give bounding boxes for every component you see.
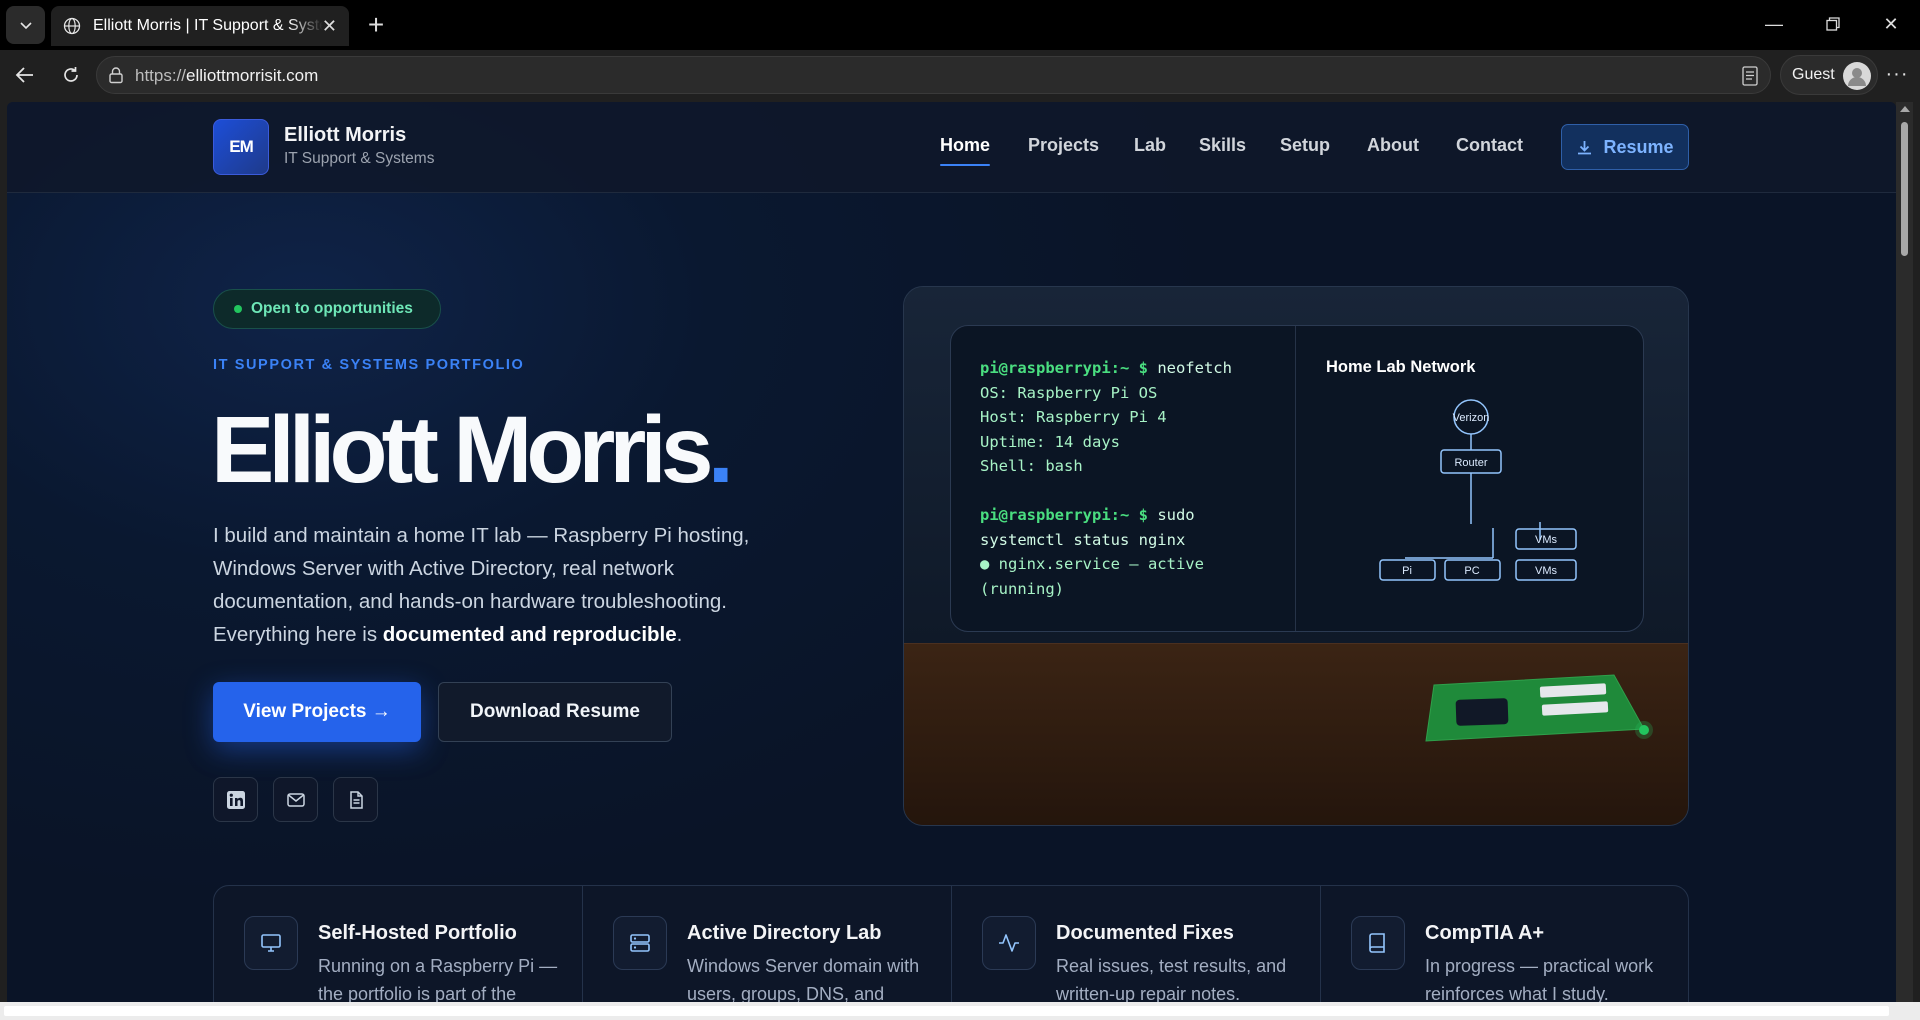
close-tab-icon[interactable]: ✕ xyxy=(322,17,337,35)
page-viewport: EM Elliott Morris IT Support & Systems H… xyxy=(7,102,1896,1002)
feature-strip: Self-Hosted Portfolio Running on a Raspb… xyxy=(213,885,1689,1002)
linkedin-icon xyxy=(226,790,245,809)
back-icon[interactable] xyxy=(12,62,38,88)
svg-text:VMs: VMs xyxy=(1535,534,1558,546)
hero-illustration-card: pi@raspberrypi:~ $ neofetch OS: Raspberr… xyxy=(903,286,1689,826)
lock-icon[interactable] xyxy=(107,66,125,84)
nav-about[interactable]: About xyxy=(1367,135,1419,156)
monitor-icon xyxy=(244,916,298,970)
nav-contact[interactable]: Contact xyxy=(1456,135,1523,156)
more-menu-icon[interactable]: ··· xyxy=(1882,60,1912,90)
nav-home[interactable]: Home xyxy=(940,135,991,166)
horizontal-scrollbar-thumb[interactable] xyxy=(4,1006,1889,1016)
avatar xyxy=(1843,62,1871,90)
mail-icon xyxy=(286,792,305,807)
monitor-screen: pi@raspberrypi:~ $ neofetch OS: Raspberr… xyxy=(950,325,1644,632)
browser-tab-bar: Elliott Morris | IT Support & Systems ✕ … xyxy=(0,0,1920,50)
brand-subtitle: IT Support & Systems xyxy=(284,150,435,167)
feature-description: Real issues, test results, and written-u… xyxy=(1056,956,1287,1002)
svg-text:Router: Router xyxy=(1454,457,1487,469)
restore-icon[interactable] xyxy=(1821,12,1845,36)
linkedin-link[interactable] xyxy=(213,777,258,822)
svg-text:VMs: VMs xyxy=(1535,565,1558,577)
minimize-icon[interactable]: — xyxy=(1762,12,1786,36)
url-text[interactable]: https://elliottmorrisit.com xyxy=(135,66,318,86)
resume-button-label: Resume xyxy=(1603,136,1674,157)
url-bar[interactable]: https://elliottmorrisit.com xyxy=(96,56,1771,94)
horizontal-scrollbar[interactable] xyxy=(0,1002,1920,1020)
svg-text:Pi: Pi xyxy=(1402,565,1412,577)
feature-card[interactable]: CompTIA A+ In progress — practical work … xyxy=(1321,886,1688,1002)
download-icon xyxy=(1578,140,1592,154)
server-icon xyxy=(613,916,667,970)
resume-file-link[interactable] xyxy=(333,777,378,822)
resume-button[interactable]: Resume xyxy=(1561,124,1689,170)
feature-title: Documented Fixes xyxy=(1056,922,1234,944)
profile-button[interactable]: Guest xyxy=(1780,55,1878,95)
tab-title: Elliott Morris | IT Support & Systems xyxy=(93,17,323,34)
vertical-scrollbar[interactable] xyxy=(1896,102,1913,1002)
nav-setup[interactable]: Setup xyxy=(1280,135,1330,156)
file-text-icon xyxy=(349,790,363,809)
globe-icon xyxy=(63,17,81,35)
hero-title: Elliott Morris. xyxy=(211,397,734,503)
status-dot xyxy=(234,305,242,313)
view-projects-button[interactable]: View Projects → xyxy=(213,682,421,742)
scrollbar-thumb[interactable] xyxy=(1901,122,1908,256)
feature-description: Windows Server domain with users, groups… xyxy=(687,956,920,1002)
network-diagram: Home Lab Network Verizon Router VMs Pi P… xyxy=(1297,326,1643,631)
hero-eyebrow: IT SUPPORT & SYSTEMS PORTFOLIO xyxy=(213,357,525,373)
download-resume-button[interactable]: Download Resume xyxy=(438,682,672,742)
terminal-panel: pi@raspberrypi:~ $ neofetch OS: Raspberr… xyxy=(951,326,1296,631)
status-badge-label: Open to opportunities xyxy=(251,300,413,317)
feature-title: CompTIA A+ xyxy=(1425,922,1545,944)
close-window-icon[interactable]: ✕ xyxy=(1879,12,1903,36)
feature-card[interactable]: Self-Hosted Portfolio Running on a Raspb… xyxy=(214,886,583,1002)
activity-icon xyxy=(982,916,1036,970)
brand-name[interactable]: Elliott Morris xyxy=(284,124,406,147)
feature-description: In progress — practical work reinforces … xyxy=(1425,956,1654,1002)
feature-card[interactable]: Documented Fixes Real issues, test resul… xyxy=(952,886,1321,1002)
profile-label: Guest xyxy=(1792,66,1835,83)
reload-icon[interactable] xyxy=(58,62,84,88)
feature-card[interactable]: Active Directory Lab Windows Server doma… xyxy=(583,886,952,1002)
site-logo[interactable]: EM xyxy=(213,119,269,175)
feature-description: Running on a Raspberry Pi — the portfoli… xyxy=(318,956,558,1002)
svg-text:PC: PC xyxy=(1464,565,1479,577)
tab-list-button[interactable] xyxy=(6,6,45,44)
status-badge: Open to opportunities xyxy=(213,289,441,329)
book-icon xyxy=(1351,916,1405,970)
svg-text:Verizon: Verizon xyxy=(1453,412,1490,424)
hero-lead: I build and maintain a home IT lab — Ras… xyxy=(213,524,750,646)
raspberry-pi-board-graphic xyxy=(1425,674,1653,742)
new-tab-button[interactable]: + xyxy=(360,10,392,42)
nav-skills[interactable]: Skills xyxy=(1199,135,1246,156)
chevron-down-icon xyxy=(19,22,32,30)
site-header: EM Elliott Morris IT Support & Systems H… xyxy=(7,102,1896,193)
nav-projects[interactable]: Projects xyxy=(1028,135,1099,156)
feature-title: Self-Hosted Portfolio xyxy=(318,922,517,944)
browser-tab[interactable]: Elliott Morris | IT Support & Systems ✕ xyxy=(51,6,349,46)
network-diagram-graphic: Verizon Router VMs Pi PC VMs xyxy=(1379,399,1577,581)
reading-view-icon[interactable] xyxy=(1742,66,1758,86)
email-link[interactable] xyxy=(273,777,318,822)
feature-title: Active Directory Lab xyxy=(687,922,882,944)
scroll-up-arrow[interactable] xyxy=(1900,106,1910,112)
nav-lab[interactable]: Lab xyxy=(1134,135,1166,156)
